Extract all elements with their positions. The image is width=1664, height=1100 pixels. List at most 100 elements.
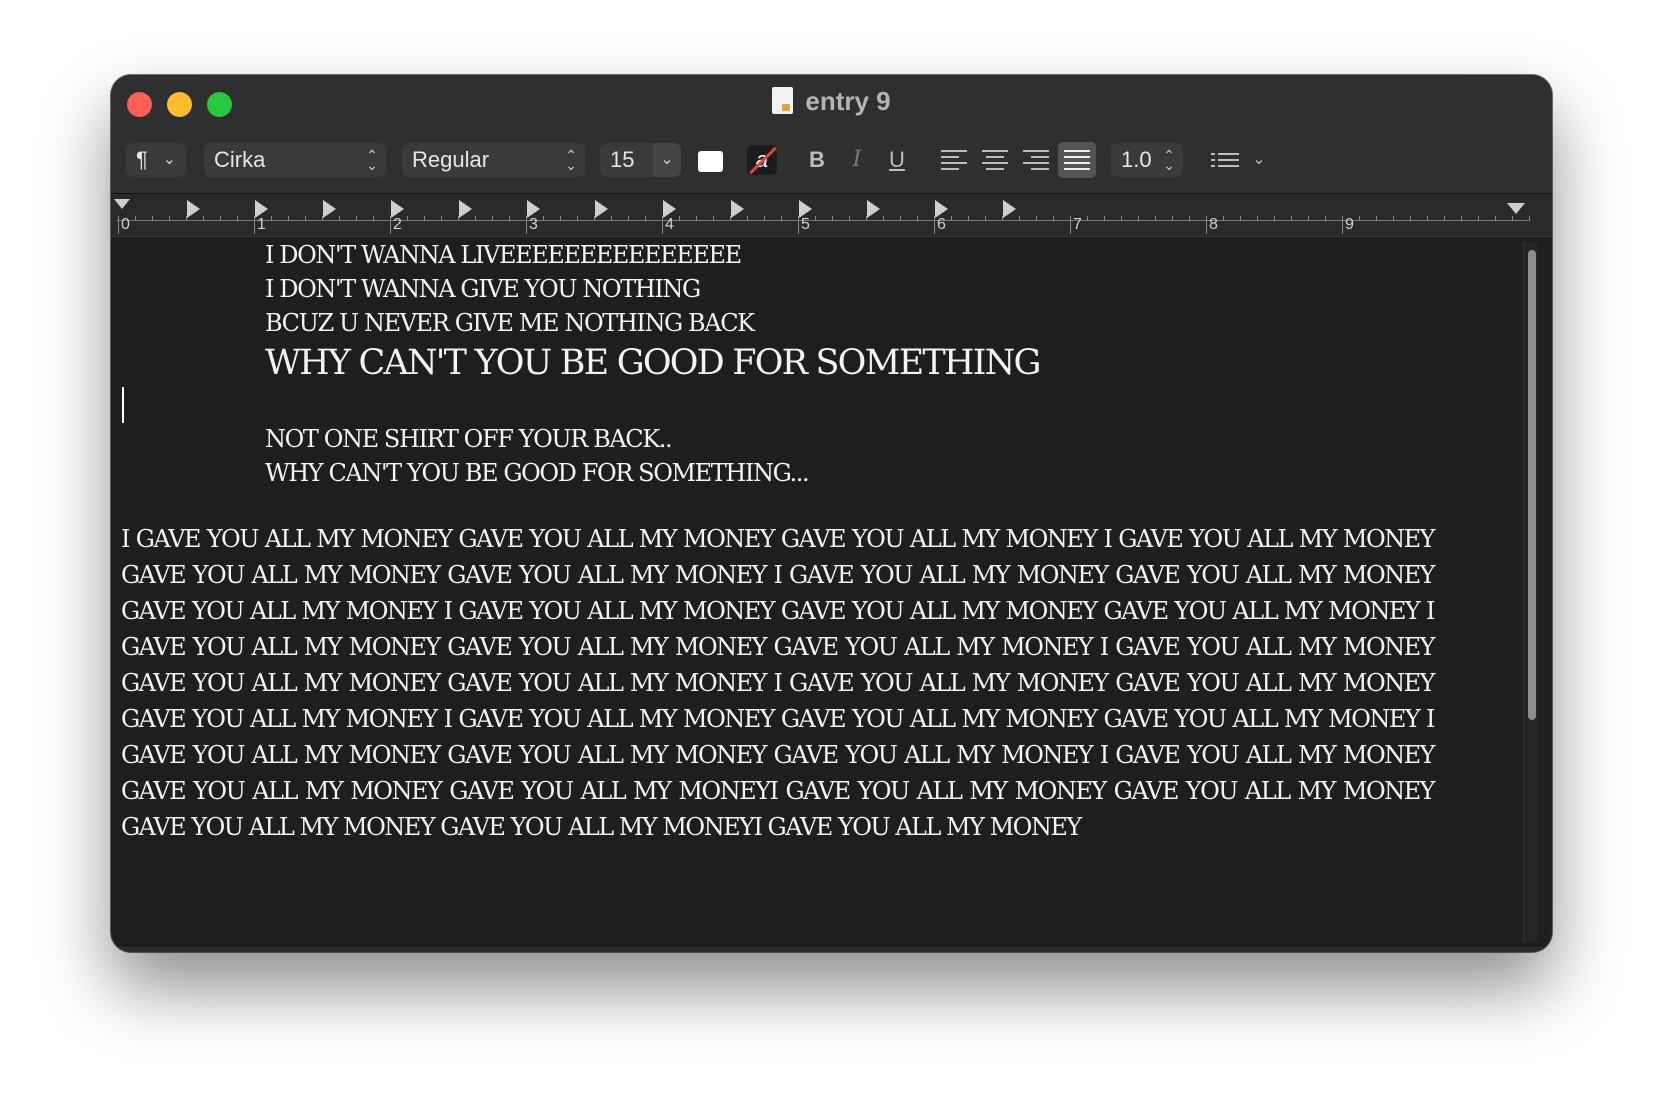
document-heading: WHY CAN'T YOU BE GOOD FOR SOMETHING: [265, 343, 1041, 383]
ruler-minor-tick: [152, 216, 153, 221]
ruler-minor-tick: [713, 216, 714, 221]
ruler-minor-tick: [1376, 216, 1377, 221]
ruler-number: 3: [529, 216, 538, 233]
ruler-minor-tick: [492, 216, 493, 221]
align-left-button[interactable]: [941, 145, 971, 175]
tab-stop-marker[interactable]: [391, 200, 404, 218]
text-color-swatch[interactable]: [698, 151, 723, 172]
ruler-minor-tick: [781, 216, 782, 221]
textedit-window: entry 9 ¶ ⌄ Cirka ⌃ ⌄ Regular ⌃ ⌄ 15 ⌄ a B…: [111, 75, 1552, 952]
ruler-minor-tick: [1104, 216, 1105, 221]
ruler[interactable]: 0 1 2 3 4 5 6 7 8 9: [111, 194, 1552, 237]
chevron-down-icon: ⌄: [162, 151, 176, 168]
paragraph-style-menu[interactable]: ¶ ⌄: [126, 143, 186, 177]
ruler-minor-tick: [271, 216, 272, 221]
ruler-minor-tick: [1087, 216, 1088, 221]
document-line: I DON'T WANNA LIVEEEEEEEEEEEEEEE: [265, 241, 742, 269]
highlight-color-button[interactable]: a: [747, 145, 777, 175]
tab-stop-marker[interactable]: [867, 200, 880, 218]
ruler-minor-tick: [628, 216, 629, 221]
ruler-minor-tick: [696, 216, 697, 221]
ruler-minor-tick: [1036, 216, 1037, 221]
ruler-baseline: [117, 220, 1530, 221]
bold-button[interactable]: B: [804, 143, 830, 177]
align-right-button[interactable]: [1023, 145, 1053, 175]
font-style-select[interactable]: Regular ⌃ ⌄: [402, 143, 585, 177]
tab-stop-marker[interactable]: [935, 200, 948, 218]
font-size-value: 15: [610, 147, 635, 172]
align-justify-button[interactable]: [1058, 142, 1096, 178]
tab-stop-marker[interactable]: [663, 200, 676, 218]
right-indent-marker[interactable]: [1507, 203, 1525, 214]
ruler-minor-tick: [968, 216, 969, 221]
ruler-minor-tick: [1529, 216, 1530, 221]
ruler-number: 4: [665, 216, 674, 233]
ruler-major-tick: [118, 216, 119, 234]
ruler-minor-tick: [1359, 216, 1360, 221]
ruler-minor-tick: [305, 216, 306, 221]
font-size-combo[interactable]: 15 ⌄: [600, 143, 681, 177]
tab-stop-marker[interactable]: [731, 200, 744, 218]
tab-stop-marker[interactable]: [1003, 200, 1016, 218]
ruler-minor-tick: [1257, 216, 1258, 221]
align-center-button[interactable]: [982, 145, 1012, 175]
italic-button[interactable]: I: [844, 143, 870, 177]
updown-chevron-icon: ⌃ ⌄: [1163, 147, 1175, 173]
ruler-minor-tick: [1495, 216, 1496, 221]
ruler-number: 2: [393, 216, 402, 233]
line-spacing-select[interactable]: 1.0 ⌃ ⌄: [1111, 143, 1183, 177]
bullet-list-icon[interactable]: [1211, 145, 1241, 175]
highlight-label: a: [755, 147, 769, 172]
tab-stop-marker[interactable]: [255, 200, 268, 218]
ruler-minor-tick: [424, 216, 425, 221]
ruler-minor-tick: [1121, 216, 1122, 221]
underline-button[interactable]: U: [884, 143, 910, 177]
ruler-minor-tick: [169, 216, 170, 221]
ruler-minor-tick: [985, 216, 986, 221]
titlebar: entry 9 ¶ ⌄ Cirka ⌃ ⌄ Regular ⌃ ⌄ 15 ⌄ a B…: [111, 75, 1552, 194]
ruler-minor-tick: [747, 216, 748, 221]
document-paragraph: I GAVE YOU ALL MY MONEY GAVE YOU ALL MY …: [121, 525, 1436, 841]
ruler-number: 5: [801, 216, 810, 233]
ruler-minor-tick: [509, 216, 510, 221]
ruler-minor-tick: [1291, 216, 1292, 221]
ruler-major-tick: [1206, 216, 1207, 234]
tab-stop-marker[interactable]: [799, 200, 812, 218]
tab-stop-marker[interactable]: [323, 200, 336, 218]
ruler-minor-tick: [764, 216, 765, 221]
font-family-select[interactable]: Cirka ⌃ ⌄: [204, 143, 386, 177]
updown-chevron-icon: ⌃ ⌄: [366, 147, 378, 173]
ruler-minor-tick: [577, 216, 578, 221]
ruler-minor-tick: [1053, 216, 1054, 221]
tab-stop-marker[interactable]: [459, 200, 472, 218]
ruler-minor-tick: [203, 216, 204, 221]
vertical-scrollbar[interactable]: [1523, 242, 1538, 942]
ruler-minor-tick: [407, 216, 408, 221]
ruler-minor-tick: [1478, 216, 1479, 221]
ruler-minor-tick: [900, 216, 901, 221]
line-spacing-value: 1.0: [1121, 147, 1152, 172]
ruler-major-tick: [390, 216, 391, 234]
scrollbar-thumb[interactable]: [1528, 250, 1536, 720]
tab-stop-marker[interactable]: [187, 200, 200, 218]
ruler-minor-tick: [1223, 216, 1224, 221]
ruler-number: 0: [121, 216, 130, 233]
updown-chevron-icon: ⌃ ⌄: [565, 147, 577, 173]
ruler-minor-tick: [849, 216, 850, 221]
ruler-minor-tick: [1274, 216, 1275, 221]
chevron-down-icon[interactable]: ⌄: [1251, 143, 1267, 177]
ruler-number: 8: [1209, 216, 1218, 233]
ruler-minor-tick: [645, 216, 646, 221]
document-body[interactable]: I DON'T WANNA LIVEEEEEEEEEEEEEEE I DON'T…: [111, 237, 1552, 947]
ruler-minor-tick: [339, 216, 340, 221]
tab-stop-marker[interactable]: [595, 200, 608, 218]
chevron-down-icon[interactable]: ⌄: [653, 143, 681, 177]
ruler-minor-tick: [1019, 216, 1020, 221]
left-indent-marker[interactable]: [114, 199, 130, 209]
document-line: BCUZ U NEVER GIVE ME NOTHING BACK: [265, 309, 755, 337]
font-style-value: Regular: [412, 147, 490, 172]
tab-stop-marker[interactable]: [527, 200, 540, 218]
ruler-minor-tick: [288, 216, 289, 221]
ruler-minor-tick: [1410, 216, 1411, 221]
document-line: WHY CAN'T YOU BE GOOD FOR SOMETHING...: [265, 459, 810, 487]
